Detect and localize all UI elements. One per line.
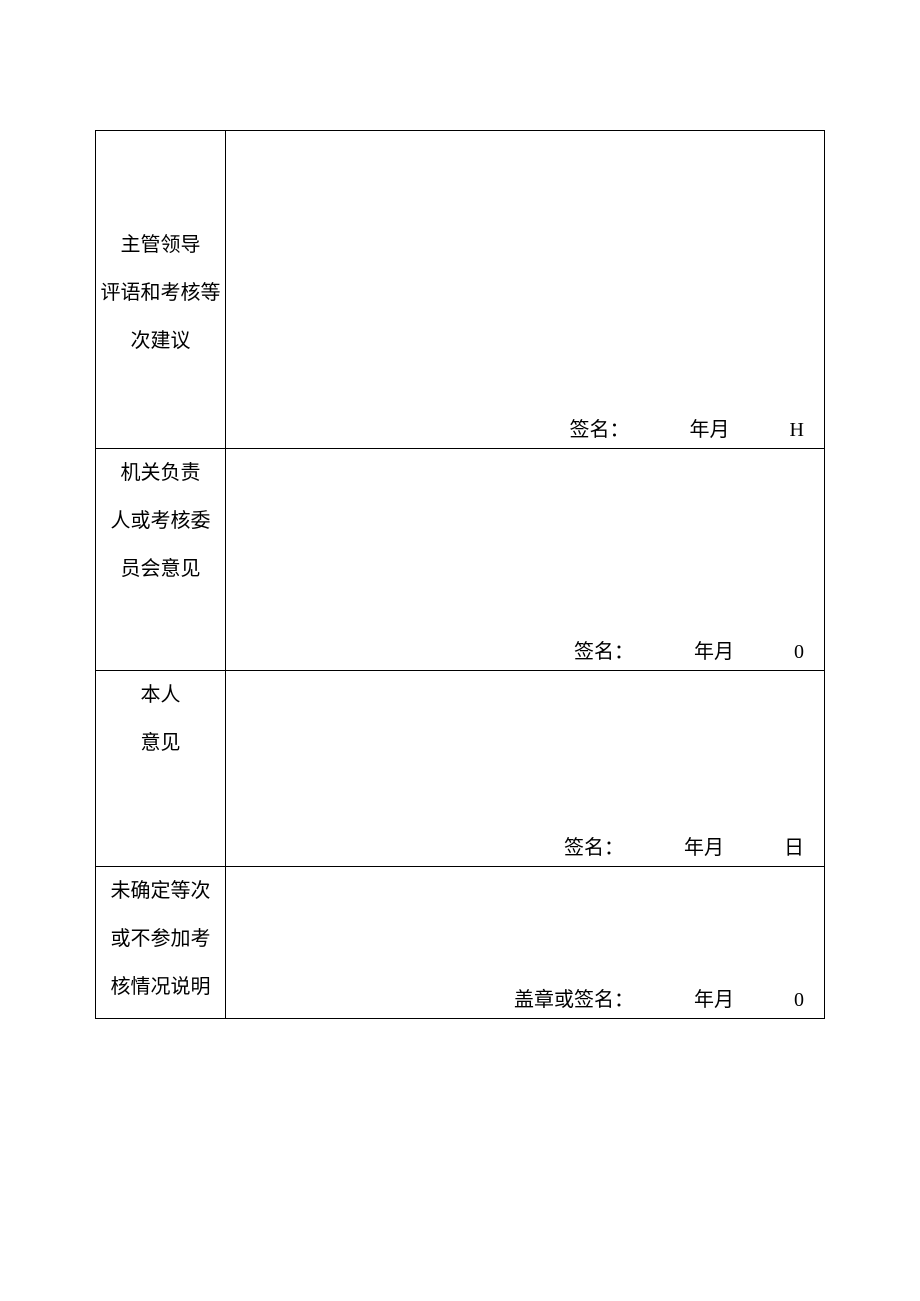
row2-label-line1: 机关负责 (96, 449, 225, 497)
row1-signature-line: 签名： 年月 H (226, 413, 824, 442)
date-year-month: 年月 (690, 413, 730, 442)
date-year-month: 年月 (694, 983, 734, 1012)
date-day: 0 (794, 989, 804, 1012)
table-row: 机关负责 人或考核委 员会意见 签名： 年月 0 (96, 449, 825, 671)
date-day: H (790, 419, 804, 442)
row4-label-line1: 未确定等次 (96, 867, 225, 915)
row4-content-cell: 盖章或签名： 年月 0 (226, 867, 825, 1019)
row1-label-line1: 主管领导 (96, 221, 225, 269)
row3-label-line1: 本人 (96, 671, 225, 719)
row2-signature-line: 签名： 年月 0 (226, 635, 824, 664)
signature-label: 签名： (564, 831, 624, 860)
row1-label-line2: 评语和考核等 (96, 269, 225, 317)
table-row: 未确定等次 或不参加考 核情况说明 盖章或签名： 年月 0 (96, 867, 825, 1019)
signature-label: 签名： (570, 413, 630, 442)
row4-label-line3: 核情况说明 (96, 963, 225, 1011)
row4-label-line2: 或不参加考 (96, 915, 225, 963)
row3-content-cell: 签名： 年月 日 (226, 671, 825, 867)
seal-signature-label: 盖章或签名： (514, 983, 634, 1012)
assessment-form-table: 主管领导 评语和考核等 次建议 签名： 年月 H 机关负责 人或考核委 员会意见… (95, 130, 825, 1019)
row2-label-line3: 员会意见 (96, 545, 225, 593)
date-year-month: 年月 (684, 831, 724, 860)
row4-signature-line: 盖章或签名： 年月 0 (226, 983, 824, 1012)
row3-label-line2: 意见 (96, 719, 225, 767)
row4-label-cell: 未确定等次 或不参加考 核情况说明 (96, 867, 226, 1019)
date-day: 0 (794, 641, 804, 664)
signature-label: 签名： (574, 635, 634, 664)
table-row: 主管领导 评语和考核等 次建议 签名： 年月 H (96, 131, 825, 449)
date-year-month: 年月 (694, 635, 734, 664)
row3-label-cell: 本人 意见 (96, 671, 226, 867)
row1-label-cell: 主管领导 评语和考核等 次建议 (96, 131, 226, 449)
row1-label-line3: 次建议 (96, 317, 225, 365)
row1-content-cell: 签名： 年月 H (226, 131, 825, 449)
row2-label-line2: 人或考核委 (96, 497, 225, 545)
table-row: 本人 意见 签名： 年月 日 (96, 671, 825, 867)
row3-signature-line: 签名： 年月 日 (226, 831, 824, 860)
row2-content-cell: 签名： 年月 0 (226, 449, 825, 671)
date-day: 日 (784, 831, 804, 860)
row2-label-cell: 机关负责 人或考核委 员会意见 (96, 449, 226, 671)
